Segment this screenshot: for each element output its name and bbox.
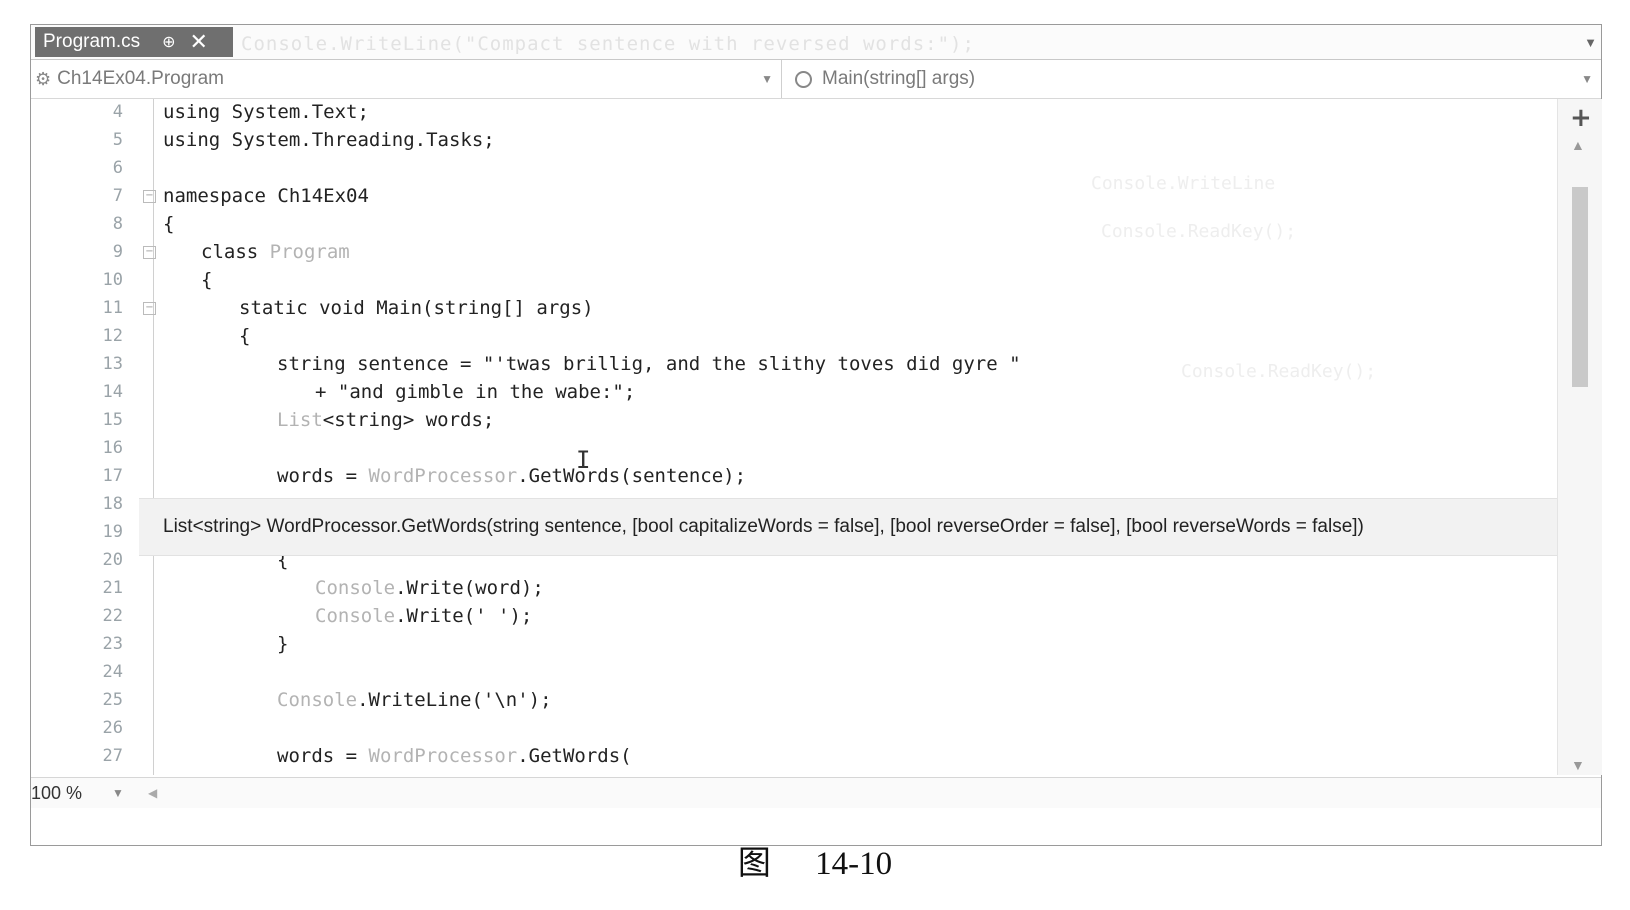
line-number: 10	[102, 270, 123, 290]
code-line[interactable]: 13 string sentence = "'twas brillig, and …	[31, 351, 1557, 379]
zoom-dropdown-icon[interactable]: ▼	[112, 786, 124, 800]
code-text: Console.Write(' ');	[315, 605, 533, 627]
line-number: 26	[102, 718, 123, 738]
line-number: 12	[102, 326, 123, 346]
code-text: Console.Write(word);	[315, 577, 544, 599]
collapse-icon[interactable]: −	[143, 246, 156, 259]
code-line[interactable]: 26	[31, 715, 1557, 743]
editor-window: Console.WriteLine("Compact sentence with…	[30, 24, 1602, 846]
code-line[interactable]: 25 Console.WriteLine('\n');	[31, 687, 1557, 715]
class-dropdown[interactable]: ⚙ Ch14Ex04.Program ▼	[35, 60, 782, 98]
zoom-level[interactable]: 100 %	[31, 783, 82, 804]
method-icon	[795, 70, 812, 88]
line-number: 14	[102, 382, 123, 402]
code-line[interactable]: 6	[31, 155, 1557, 183]
code-line[interactable]: 7 − namespace Ch14Ex04	[31, 183, 1557, 211]
code-line[interactable]: 22 Console.Write(' ');	[31, 603, 1557, 631]
figure-label: 图	[737, 846, 771, 882]
code-line[interactable]: 12 {	[31, 323, 1557, 351]
line-number: 27	[102, 746, 123, 766]
collapse-icon[interactable]: −	[143, 190, 156, 203]
background-code-line: Console.WriteLine("Compact sentence with…	[241, 33, 975, 55]
line-number: 19	[102, 522, 123, 542]
code-text: words = WordProcessor.GetWords(sentence)…	[277, 465, 747, 487]
scroll-down-icon[interactable]: ▼	[1571, 757, 1585, 773]
line-number: 23	[102, 634, 123, 654]
line-number: 15	[102, 410, 123, 430]
chevron-down-icon: ▼	[1581, 72, 1593, 86]
member-dropdown[interactable]: Main(string[] args) ▼	[787, 60, 1601, 98]
close-icon[interactable]: ✕	[190, 31, 208, 53]
figure-caption: 图 14-10	[0, 836, 1630, 884]
code-text: List<string> words;	[277, 409, 495, 431]
scroll-up-icon[interactable]: ▲	[1571, 137, 1585, 153]
tab-program-cs[interactable]: Program.cs ⊕ ✕	[35, 27, 233, 57]
code-text: class Program	[201, 241, 350, 263]
code-text: + "and gimble in the wabe:";	[315, 381, 636, 403]
text-cursor-icon: I	[576, 446, 591, 474]
tab-list-dropdown-icon[interactable]: ▼	[1584, 35, 1597, 50]
line-number: 6	[112, 158, 123, 178]
chevron-down-icon: ▼	[761, 72, 773, 86]
line-number: 20	[102, 550, 123, 570]
code-line[interactable]: 17 words = WordProcessor.GetWords(sentenc…	[31, 463, 1557, 491]
code-text: string sentence = "'twas brillig, and th…	[277, 353, 1021, 375]
code-text: namespace Ch14Ex04	[163, 185, 369, 207]
code-editor[interactable]: Console.WriteLine Console.ReadKey(); Con…	[31, 99, 1557, 775]
navigation-bar: ⚙ Ch14Ex04.Program ▼ Main(string[] args)…	[31, 60, 1601, 99]
code-line[interactable]: 27 words = WordProcessor.GetWords(	[31, 743, 1557, 771]
code-text: {	[239, 325, 251, 347]
pin-icon[interactable]: ⊕	[162, 32, 175, 52]
code-line[interactable]: 21 Console.Write(word);	[31, 575, 1557, 603]
code-line[interactable]: 23}	[31, 631, 1557, 659]
code-text: {	[201, 269, 213, 291]
scroll-thumb[interactable]	[1572, 187, 1588, 387]
code-line[interactable]: 16	[31, 435, 1557, 463]
code-text: }	[277, 633, 289, 655]
code-line[interactable]: 14 + "and gimble in the wabe:";	[31, 379, 1557, 407]
code-line[interactable]: 10 {	[31, 267, 1557, 295]
vertical-scrollbar[interactable]: + ▲ ▼	[1557, 99, 1602, 775]
line-number: 22	[102, 606, 123, 626]
code-line[interactable]: 15 List<string> words;	[31, 407, 1557, 435]
editor-status-bar: 100 % ▼ ◀	[31, 777, 1601, 808]
line-number: 16	[102, 438, 123, 458]
line-number: 18	[102, 494, 123, 514]
code-text: using System.Threading.Tasks;	[163, 129, 495, 151]
tab-label: Program.cs	[43, 31, 141, 52]
code-line[interactable]: 24	[31, 659, 1557, 687]
line-number: 17	[102, 466, 123, 486]
code-line[interactable]: 9 − class Program	[31, 239, 1557, 267]
split-view-icon[interactable]: +	[1570, 103, 1592, 133]
line-number: 24	[102, 662, 123, 682]
line-number: 5	[112, 130, 123, 150]
code-line[interactable]: 5 using System.Threading.Tasks;	[31, 127, 1557, 155]
code-text: words = WordProcessor.GetWords(	[277, 745, 632, 767]
class-path-label: Ch14Ex04.Program	[57, 68, 225, 89]
line-number: 11	[102, 298, 123, 318]
line-number: 13	[102, 354, 123, 374]
code-line[interactable]: 11 − static void Main(string[] args)	[31, 295, 1557, 323]
line-number: 7	[112, 186, 123, 206]
member-label: Main(string[] args)	[822, 68, 976, 89]
line-number: 21	[102, 578, 123, 598]
figure-number: 14-10	[815, 846, 893, 882]
code-line[interactable]: 8{	[31, 211, 1557, 239]
document-tab-strip: Console.WriteLine("Compact sentence with…	[31, 25, 1601, 60]
code-text: static void Main(string[] args)	[239, 297, 594, 319]
code-text: Console.WriteLine('\n');	[277, 689, 552, 711]
scroll-left-icon[interactable]: ◀	[148, 786, 157, 800]
code-line[interactable]: 4 using System.Text;	[31, 99, 1557, 127]
line-number: 25	[102, 690, 123, 710]
tooltip-signature: List<string> WordProcessor.GetWords(stri…	[163, 516, 1364, 537]
code-text: {	[163, 213, 175, 235]
line-number: 8	[112, 214, 123, 234]
line-number: 4	[112, 102, 123, 122]
quickinfo-tooltip: List<string> WordProcessor.GetWords(stri…	[139, 498, 1557, 556]
line-number: 9	[112, 242, 123, 262]
code-text: using System.Text;	[163, 101, 369, 123]
collapse-icon[interactable]: −	[143, 302, 156, 315]
class-icon: ⚙	[35, 68, 52, 89]
